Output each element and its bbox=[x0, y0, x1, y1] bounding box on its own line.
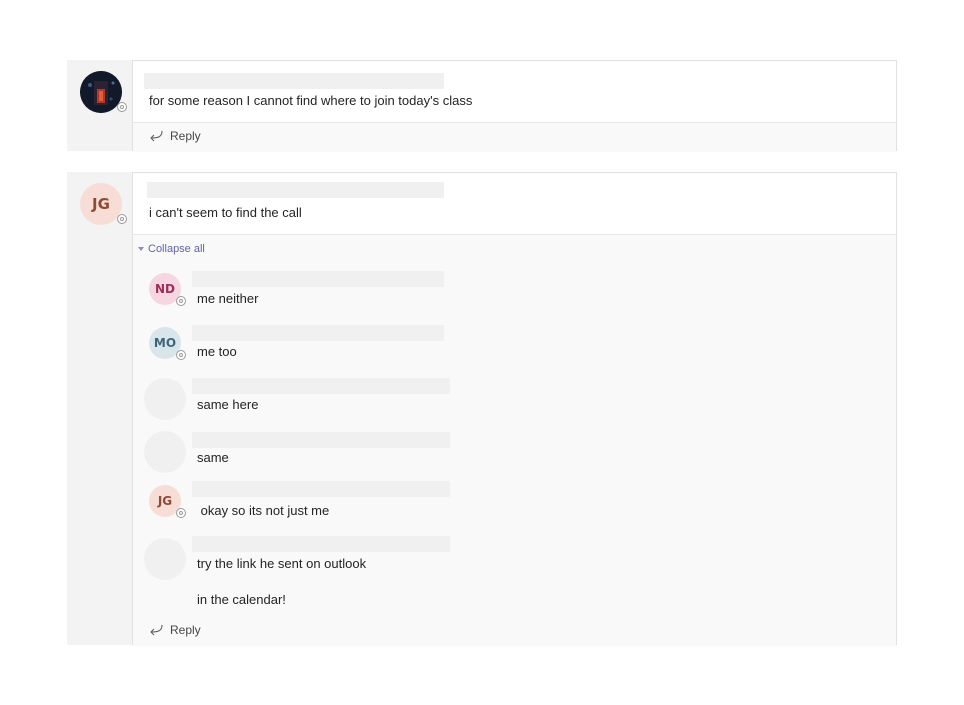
reply-name-placeholder bbox=[192, 271, 444, 287]
avatar-photo-image bbox=[80, 71, 122, 113]
reply-name-placeholder bbox=[192, 325, 444, 341]
avatar-initials: MO bbox=[153, 336, 177, 350]
reply-name-placeholder bbox=[192, 481, 450, 497]
reply-arrow-icon bbox=[150, 624, 163, 636]
reply-button[interactable]: Reply bbox=[148, 623, 201, 637]
presence-status-icon bbox=[117, 102, 127, 112]
avatar-initials: ND bbox=[154, 282, 175, 296]
reply-name-placeholder bbox=[192, 378, 450, 394]
collapse-all-button[interactable]: Collapse all bbox=[138, 243, 205, 255]
presence-status-icon bbox=[176, 350, 186, 360]
message-text: for some reason I cannot find where to j… bbox=[149, 93, 473, 108]
sender-name-placeholder bbox=[144, 73, 444, 89]
reply-text: me too bbox=[197, 344, 237, 359]
reply-avatar-placeholder[interactable] bbox=[144, 431, 186, 473]
reply-arrow-icon bbox=[150, 130, 163, 142]
user-avatar-photo[interactable] bbox=[80, 71, 127, 113]
reply-label: Reply bbox=[170, 129, 201, 143]
reply-avatar[interactable]: ND bbox=[149, 273, 186, 306]
chat-page: for some reason I cannot find where to j… bbox=[0, 0, 964, 705]
user-avatar[interactable]: JG bbox=[80, 183, 127, 225]
reply-text: same here bbox=[197, 397, 259, 412]
message-thread: for some reason I cannot find where to j… bbox=[67, 60, 897, 152]
sender-name-placeholder bbox=[147, 182, 444, 198]
message-card: i can't seem to find the call Collapse a… bbox=[132, 172, 897, 646]
message-card: for some reason I cannot find where to j… bbox=[132, 60, 897, 152]
reply-button[interactable]: Reply bbox=[148, 129, 201, 143]
reply-text: try the link he sent on outlook bbox=[197, 556, 367, 571]
reply-footer: Reply bbox=[133, 122, 896, 152]
presence-status-icon bbox=[176, 508, 186, 518]
avatar-initials: JG bbox=[157, 494, 173, 508]
avatar-initials: JG bbox=[92, 195, 110, 213]
presence-status-icon bbox=[117, 214, 127, 224]
reply-avatar-placeholder[interactable] bbox=[144, 378, 186, 420]
replies-section: Collapse all ND me neither MO me too sam… bbox=[133, 234, 896, 646]
reply-label: Reply bbox=[170, 623, 201, 637]
reply-avatar-placeholder[interactable] bbox=[144, 538, 186, 580]
reply-text-continued: in the calendar! bbox=[197, 592, 286, 607]
reply-text: me neither bbox=[197, 291, 259, 306]
collapse-all-label: Collapse all bbox=[148, 243, 205, 255]
presence-status-icon bbox=[176, 296, 186, 306]
message-text: i can't seem to find the call bbox=[149, 205, 302, 220]
reply-name-placeholder bbox=[192, 536, 450, 552]
reply-text: same bbox=[197, 450, 229, 465]
message-thread: JG i can't seem to find the call Collaps… bbox=[67, 172, 897, 646]
reply-name-placeholder bbox=[192, 432, 450, 448]
reply-text: okay so its not just me bbox=[197, 503, 330, 518]
caret-down-icon bbox=[138, 247, 144, 251]
reply-avatar[interactable]: MO bbox=[149, 327, 186, 360]
reply-avatar[interactable]: JG bbox=[149, 485, 186, 518]
